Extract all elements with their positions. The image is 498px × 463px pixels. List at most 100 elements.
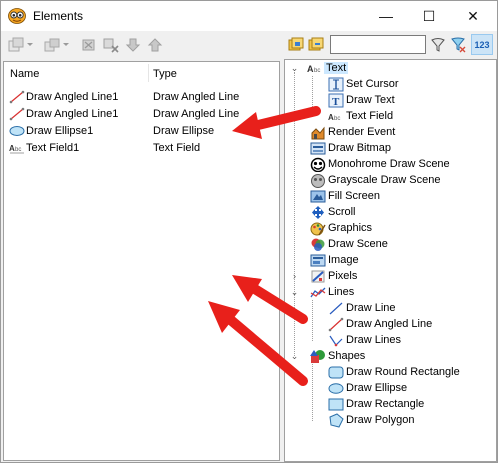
draw-scene-icon <box>311 238 325 251</box>
tree-item-label: Monohrome Draw Scene <box>328 158 450 170</box>
svg-text:T: T <box>332 96 340 108</box>
pixels-icon <box>311 270 325 283</box>
add-group-dropdown-icon[interactable] <box>63 43 69 46</box>
mono-scene-icon <box>310 157 326 172</box>
element-name: Text Field1 <box>26 142 80 154</box>
tree-item-label: Grayscale Draw Scene <box>328 174 441 186</box>
lines-icon <box>310 287 326 298</box>
fill-screen-icon <box>310 190 326 203</box>
tree-item-label: Render Event <box>328 126 396 138</box>
list-item[interactable]: Draw Ellipse1 Draw Ellipse <box>4 123 279 140</box>
shapes-icon <box>310 350 325 363</box>
minimize-button[interactable]: — <box>366 1 406 31</box>
tree-item-label: Text <box>324 62 349 74</box>
collapse-shapes-icon[interactable]: ⌄ <box>290 352 299 361</box>
search-input[interactable] <box>330 35 426 54</box>
expand-pixels-icon[interactable]: › <box>290 272 299 281</box>
ellipse-icon <box>9 126 25 136</box>
app-logo-icon <box>8 8 26 24</box>
gray-scene-icon <box>311 174 325 188</box>
tree-line <box>312 76 313 117</box>
tree-line <box>312 300 313 341</box>
tree-item-label: Draw Round Rectangle <box>346 366 460 378</box>
elements-window: Elements — ☐ ✕ Name Type Draw Angled Lin… <box>0 0 498 463</box>
elements-list[interactable]: Name Type Draw Angled Line1 Draw Angled … <box>3 61 280 461</box>
column-divider[interactable] <box>148 64 149 82</box>
polygon-icon <box>329 413 344 428</box>
add-group-icon[interactable] <box>44 37 60 53</box>
render-event-icon <box>311 126 325 140</box>
tree-item-label: Scroll <box>328 206 356 218</box>
svg-text:A: A <box>307 64 314 74</box>
svg-text:bc: bc <box>15 147 21 153</box>
collapse-text-icon[interactable]: ⌄ <box>290 64 299 73</box>
close-button[interactable]: ✕ <box>453 1 493 31</box>
element-type: Draw Angled Line <box>153 91 240 103</box>
element-name: Draw Angled Line1 <box>26 108 119 120</box>
delete-icon[interactable] <box>103 37 119 53</box>
collapse-all-icon[interactable] <box>308 37 324 53</box>
collapse-lines-icon[interactable]: ⌄ <box>290 288 299 297</box>
rectangle-icon <box>328 398 344 411</box>
move-down-icon[interactable] <box>125 37 141 53</box>
tree-item-label: Set Cursor <box>346 78 399 90</box>
image-icon <box>310 254 326 267</box>
column-header-name[interactable]: Name <box>10 68 39 80</box>
title-bar[interactable]: Elements — ☐ ✕ <box>1 1 497 31</box>
expand-all-icon[interactable] <box>288 37 304 53</box>
angled-line-icon <box>9 90 25 104</box>
column-header-type[interactable]: Type <box>153 68 177 80</box>
add-element-icon[interactable] <box>8 37 24 53</box>
element-library-tree[interactable]: ⌄ A bc Text Set Cursor T Draw Text A bc … <box>284 59 497 462</box>
tree-item-label: Draw Line <box>346 302 396 314</box>
element-type: Draw Angled Line <box>153 108 240 120</box>
tree-item-label: Text Field <box>346 110 394 122</box>
cursor-icon <box>328 77 344 92</box>
tree-item-label: Fill Screen <box>328 190 380 202</box>
clear-filter-icon[interactable] <box>450 37 466 53</box>
tree-item-label: Draw Scene <box>328 238 388 250</box>
bitmap-icon <box>310 142 326 155</box>
tree-item-label: Graphics <box>328 222 373 234</box>
maximize-button[interactable]: ☐ <box>409 1 449 31</box>
svg-text:bc: bc <box>314 68 320 74</box>
round-rect-icon <box>328 366 344 379</box>
tree-item-label: Shapes <box>328 350 366 362</box>
list-item[interactable]: Draw Angled Line1 Draw Angled Line <box>4 89 279 106</box>
tree-item-label: Draw Text <box>346 94 395 106</box>
cut-icon[interactable] <box>81 37 97 53</box>
filter-icon[interactable] <box>430 37 446 53</box>
scroll-icon <box>312 206 324 219</box>
move-up-icon[interactable] <box>147 37 163 53</box>
element-name: Draw Ellipse1 <box>26 125 94 137</box>
draw-text-icon: T <box>328 93 344 108</box>
tree-line <box>312 364 313 421</box>
element-type: Text Field <box>153 142 201 154</box>
text-field-icon: A bc <box>9 144 24 154</box>
tree-item-label: Draw Rectangle <box>346 398 425 410</box>
elements-toolbar <box>1 32 281 59</box>
add-element-dropdown-icon[interactable] <box>27 43 33 46</box>
angled-line-icon <box>328 317 344 332</box>
element-type: Draw Ellipse <box>153 125 215 137</box>
tree-item-label: Draw Angled Line <box>346 318 433 330</box>
text-icon: A bc <box>307 64 320 74</box>
ellipse-icon <box>328 383 344 394</box>
draw-lines-icon <box>329 335 343 347</box>
list-item[interactable]: Draw Angled Line1 Draw Angled Line <box>4 106 279 123</box>
tree-item-label: Pixels <box>328 270 358 282</box>
angled-line-icon <box>9 107 25 121</box>
tree-line <box>294 72 295 356</box>
element-name: Draw Angled Line1 <box>26 91 119 103</box>
tree-item-label: Draw Bitmap <box>328 142 391 154</box>
tree-item-label: Image <box>328 254 359 266</box>
tree-item-label: Draw Ellipse <box>346 382 408 394</box>
sort-numeric-button[interactable]: 123 <box>471 34 493 55</box>
tree-item-label: Draw Polygon <box>346 414 415 426</box>
line-icon <box>329 302 343 315</box>
list-item[interactable]: A bc Text Field1 Text Field <box>4 140 279 157</box>
graphics-icon <box>310 222 326 236</box>
text-field-icon: A bc <box>328 113 340 122</box>
tree-item-label: Lines <box>328 286 355 298</box>
window-title: Elements <box>33 9 84 23</box>
